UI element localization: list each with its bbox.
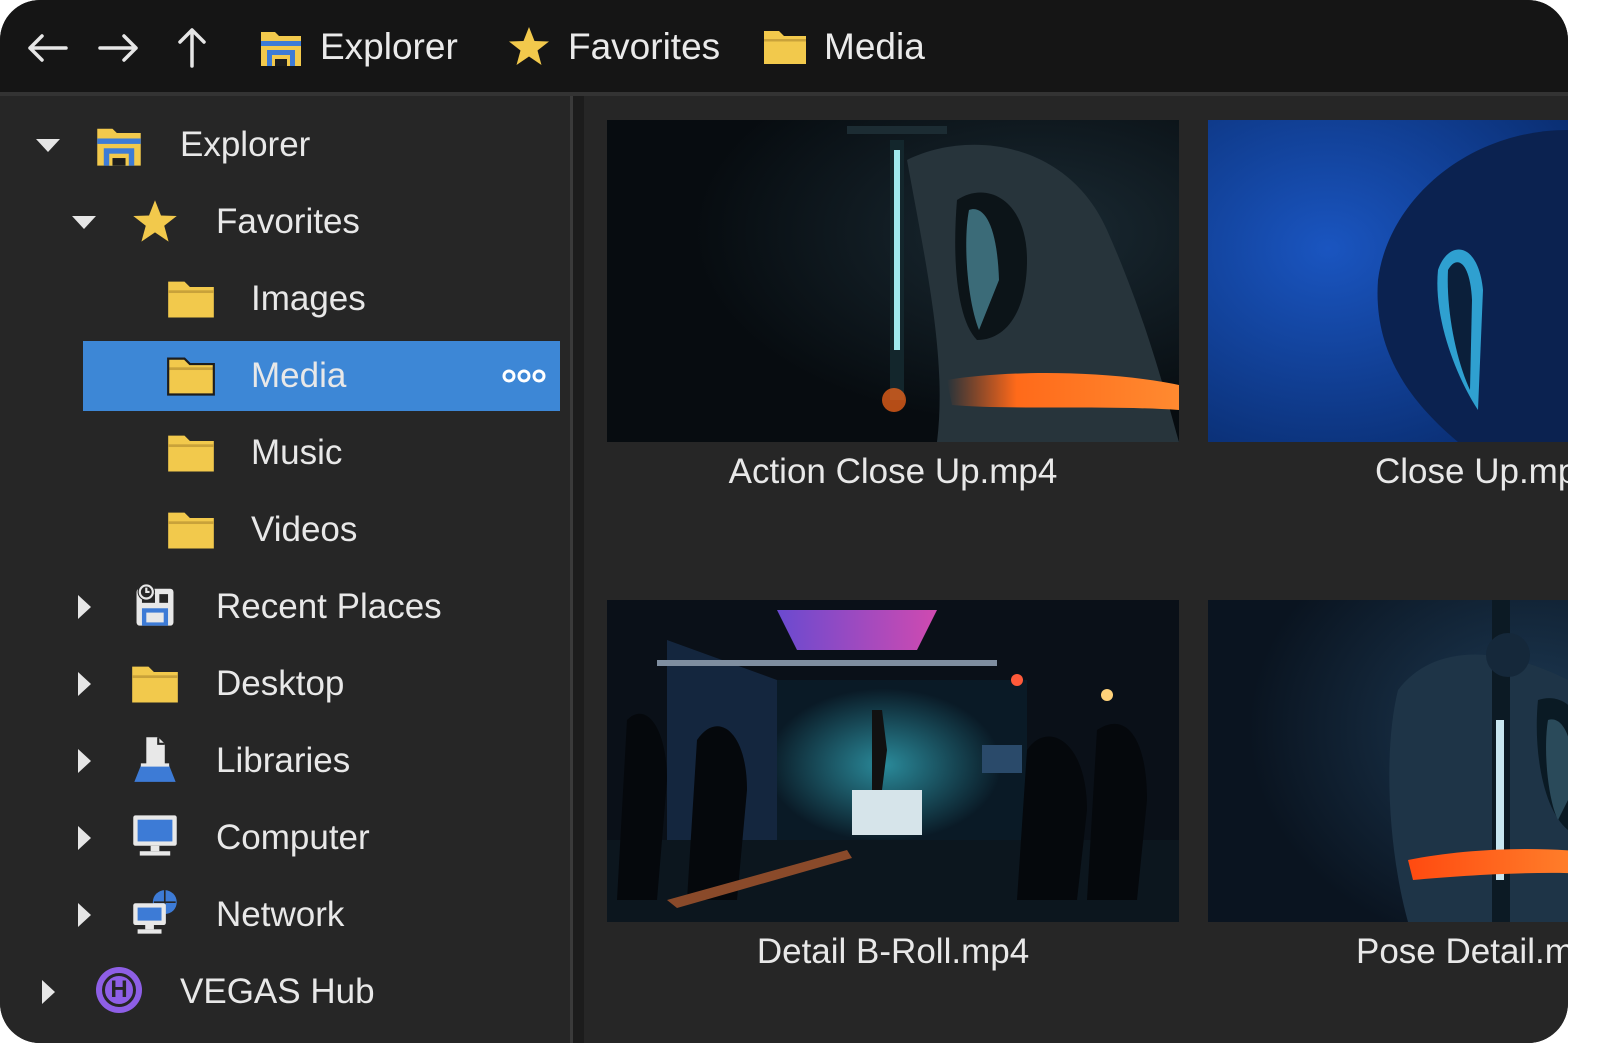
- file-name[interactable]: Pose Detail.mp4: [1356, 932, 1568, 972]
- tree-item-label: Explorer: [180, 125, 311, 164]
- breadcrumb-label: Explorer: [320, 26, 458, 67]
- folder-tree: Explorer Favorites Images Media Music Vi…: [0, 96, 570, 1043]
- explorer-icon: [261, 32, 301, 66]
- tree-item-label: Libraries: [216, 741, 351, 780]
- tree-item-label: Computer: [216, 818, 370, 857]
- pane-splitter[interactable]: [570, 96, 584, 1043]
- folder-icon: [764, 31, 806, 64]
- tree-item-label: Media: [251, 356, 347, 395]
- computer-icon: [133, 815, 177, 856]
- tree-item-computer[interactable]: Computer: [0, 803, 570, 873]
- video-thumbnail-image: [607, 600, 1179, 922]
- folder-icon: [132, 666, 178, 703]
- video-thumbnail-image: [1208, 600, 1568, 922]
- tree-item-music[interactable]: Music: [0, 418, 570, 488]
- file-name[interactable]: Action Close Up.mp4: [607, 452, 1179, 492]
- chevron-right-icon[interactable]: [70, 593, 98, 621]
- tree-item-favorites[interactable]: Favorites: [0, 187, 570, 257]
- file-name[interactable]: Detail B-Roll.mp4: [607, 932, 1179, 972]
- libraries-icon: [134, 737, 176, 782]
- breadcrumb-favorites[interactable]: Favorites: [506, 18, 720, 76]
- tree-item-label: Images: [251, 279, 366, 318]
- star-icon: [509, 27, 549, 65]
- vegas-hub-badge: H: [102, 973, 136, 1007]
- file-explorer-window: Explorer Favorites Media Explorer Favori…: [0, 0, 1568, 1043]
- tree-item-images[interactable]: Images: [0, 264, 570, 334]
- star-icon: [133, 200, 177, 242]
- tree-item-vegas-hub[interactable]: H VEGAS Hub: [0, 957, 570, 1027]
- breadcrumb-label: Media: [824, 26, 925, 67]
- tree-item-label: Favorites: [216, 202, 360, 241]
- chevron-right-icon[interactable]: [70, 670, 98, 698]
- file-thumbnail-close-up[interactable]: [1208, 120, 1568, 442]
- tree-item-explorer[interactable]: Explorer: [0, 110, 570, 180]
- forward-arrow-icon[interactable]: [94, 24, 142, 72]
- file-thumbnail-pose-detail[interactable]: [1208, 600, 1568, 922]
- breadcrumb-explorer[interactable]: Explorer: [258, 18, 458, 76]
- folder-icon: [168, 281, 214, 318]
- tree-item-label: Recent Places: [216, 587, 442, 626]
- video-thumbnail-image: [1208, 120, 1568, 442]
- folder-icon: [168, 512, 214, 549]
- chevron-right-icon[interactable]: [70, 901, 98, 929]
- tree-item-network[interactable]: Network: [0, 880, 570, 950]
- tree-item-label: Music: [251, 433, 343, 472]
- tree-item-label: Desktop: [216, 664, 345, 703]
- network-icon: [133, 890, 177, 934]
- folder-icon: [167, 357, 215, 396]
- tree-item-desktop[interactable]: Desktop: [0, 649, 570, 719]
- back-arrow-icon[interactable]: [24, 24, 72, 72]
- breadcrumb-media[interactable]: Media: [762, 18, 925, 76]
- tree-item-videos[interactable]: Videos: [0, 495, 570, 565]
- explorer-icon: [97, 128, 141, 166]
- more-options-icon[interactable]: [502, 363, 546, 389]
- tree-item-libraries[interactable]: Libraries: [0, 726, 570, 796]
- tree-item-label: Network: [216, 895, 345, 934]
- chevron-right-icon[interactable]: [70, 824, 98, 852]
- file-grid: Action Close Up.mp4 Close Up.mp4: [584, 96, 1568, 1043]
- file-thumbnail-action-close-up[interactable]: [607, 120, 1179, 442]
- breadcrumb-label: Favorites: [568, 26, 721, 67]
- chevron-right-icon[interactable]: [70, 747, 98, 775]
- navigation-bar: Explorer Favorites Media: [0, 0, 1568, 96]
- tree-item-label: VEGAS Hub: [180, 972, 375, 1011]
- tree-item-recent-places[interactable]: Recent Places: [0, 572, 570, 642]
- chevron-down-icon[interactable]: [70, 208, 98, 236]
- up-arrow-icon[interactable]: [168, 24, 216, 72]
- video-thumbnail-image: [607, 120, 1179, 442]
- vegas-hub-icon: H: [96, 967, 142, 1013]
- folder-icon: [168, 435, 214, 472]
- recent-places-icon: [136, 583, 174, 626]
- file-name[interactable]: Close Up.mp4: [1375, 452, 1568, 492]
- tree-item-media-selected[interactable]: Media: [83, 341, 560, 411]
- file-thumbnail-detail-b-roll[interactable]: [607, 600, 1179, 922]
- chevron-down-icon[interactable]: [34, 131, 62, 159]
- tree-item-label: Videos: [251, 510, 358, 549]
- chevron-right-icon[interactable]: [34, 978, 62, 1006]
